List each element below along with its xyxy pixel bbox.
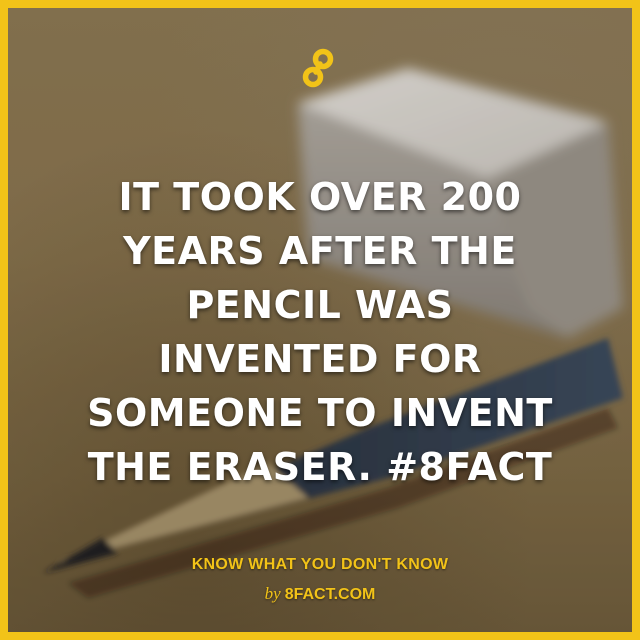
fact-card: IT TOOK OVER 200 YEARS AFTER THE PENCIL … [0,0,640,640]
fact-line: IT TOOK OVER 200 [118,175,522,219]
byline-by: by [264,584,281,603]
site-link[interactable]: 8FACT.COM [285,586,376,603]
byline: by 8FACT.COM [8,584,632,604]
fact-text: IT TOOK OVER 200 YEARS AFTER THE PENCIL … [48,170,592,494]
fact-line: YEARS AFTER THE [123,229,517,273]
infinity-8-logo-icon [302,48,334,88]
fact-line: SOMEONE TO INVENT [87,391,553,435]
fact-line: THE ERASER. #8FACT [87,445,553,489]
fact-line: PENCIL WAS [186,283,454,327]
fact-line: INVENTED FOR [158,337,482,381]
tagline: KNOW WHAT YOU DON'T KNOW [191,556,449,573]
